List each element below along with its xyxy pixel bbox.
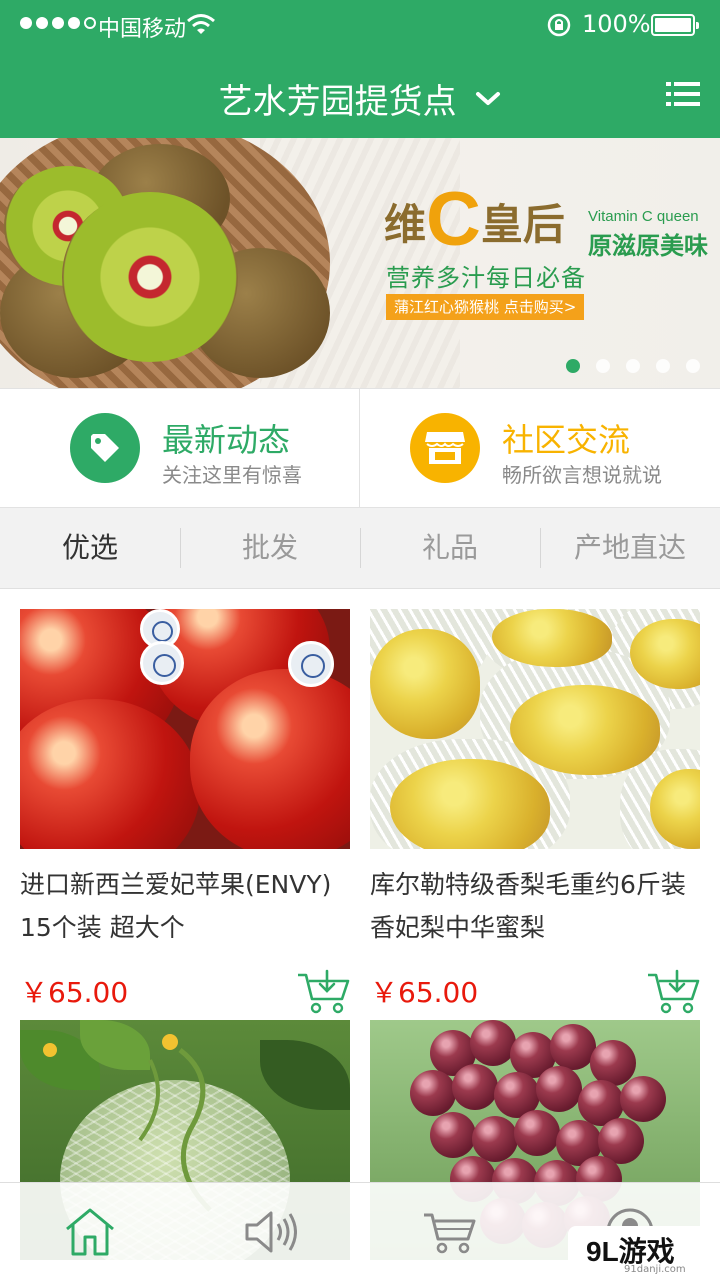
tab-wholesale[interactable]: 批发 <box>180 508 360 588</box>
signal-strength-icon <box>20 17 96 29</box>
tab-gifts[interactable]: 礼品 <box>360 508 540 588</box>
grape <box>410 1070 456 1116</box>
banner-title-c: C <box>426 177 481 262</box>
product-grid: 进口新西兰爱妃苹果(ENVY) 15个装 超大个 ￥65.00 库尔勒特级香梨毛… <box>0 589 720 1280</box>
app-header: 中国移动 100% 艺水芳园提货点 <box>0 0 720 138</box>
promo-banner[interactable]: 维C皇后 Vitamin C queen 原滋原美味 营养多汁每日必备 蒲江红心… <box>0 138 720 388</box>
list-menu-icon[interactable] <box>666 81 700 107</box>
tab-featured[interactable]: 优选 <box>0 508 180 588</box>
kiwi-half <box>62 192 238 362</box>
tab-home[interactable] <box>0 1183 180 1280</box>
chevron-down-icon <box>476 91 501 105</box>
grape <box>620 1076 666 1122</box>
tab-direct-from-origin[interactable]: 产地直达 <box>540 508 720 588</box>
apple-sticker <box>288 641 334 687</box>
grape <box>514 1110 560 1156</box>
product-image-apples[interactable] <box>20 609 350 849</box>
carousel-dot[interactable] <box>686 359 700 373</box>
carousel-dot[interactable] <box>626 359 640 373</box>
store-icon <box>410 413 480 483</box>
latest-news-entry[interactable]: 最新动态 关注这里有惊喜 <box>0 389 360 507</box>
carousel-indicator <box>566 359 700 373</box>
feature-title: 最新动态 <box>162 421 291 459</box>
apple-sticker <box>140 641 184 685</box>
status-bar: 中国移动 100% <box>0 0 720 50</box>
add-to-cart-icon[interactable] <box>646 969 702 1015</box>
banner-english-title: Vitamin C queen <box>588 208 699 225</box>
pear <box>390 759 550 849</box>
banner-subtitle: 营养多汁每日必备 <box>386 264 586 292</box>
cart-icon <box>424 1213 476 1254</box>
site-watermark: 9L游戏 91danji.com <box>568 1226 720 1280</box>
grape <box>452 1064 498 1110</box>
nav-bar: 艺水芳园提货点 <box>0 50 720 138</box>
wifi-icon <box>187 14 215 34</box>
pear <box>510 685 660 775</box>
home-icon <box>66 1208 114 1256</box>
banner-cta-button[interactable]: 蒲江红心猕猴桃 点击购买> <box>386 294 585 320</box>
banner-title-word: 皇后 <box>480 201 565 248</box>
community-entry[interactable]: 社区交流 畅所欲言想说就说 <box>360 389 720 507</box>
rotation-lock-icon <box>547 13 571 37</box>
watermark-url: 91danji.com <box>624 1264 686 1275</box>
banner-title-word: 维 <box>384 201 427 248</box>
feature-entries: 最新动态 关注这里有惊喜 社区交流 畅所欲言想说就说 <box>0 388 720 508</box>
product-image-pears[interactable] <box>370 609 700 849</box>
product-price: ￥65.00 <box>20 976 129 1009</box>
feature-subtitle: 关注这里有惊喜 <box>162 463 302 487</box>
category-tabs: 优选 批发 礼品 产地直达 <box>0 508 720 589</box>
page-title: 艺水芳园提货点 <box>218 82 457 122</box>
tag-icon <box>70 413 140 483</box>
tab-cart[interactable] <box>360 1183 540 1280</box>
carousel-dot[interactable] <box>656 359 670 373</box>
pear <box>370 629 480 739</box>
grape <box>472 1116 518 1162</box>
carousel-dot[interactable] <box>566 359 580 373</box>
product-name[interactable]: 库尔勒特级香梨毛重约6斤装 香妃梨中华蜜梨 <box>370 863 710 949</box>
grape <box>470 1020 516 1066</box>
grape <box>536 1066 582 1112</box>
carrier-label: 中国移动 <box>98 17 187 42</box>
pear <box>492 609 612 667</box>
product-price: ￥65.00 <box>370 976 479 1009</box>
product-card[interactable]: 进口新西兰爱妃苹果(ENVY) 15个装 超大个 ￥65.00 <box>20 609 350 1014</box>
carousel-dot[interactable] <box>596 359 610 373</box>
tab-announcements[interactable] <box>180 1183 360 1280</box>
add-to-cart-icon[interactable] <box>296 969 352 1015</box>
store-selector[interactable]: 艺水芳园提货点 <box>0 74 720 123</box>
feature-title: 社区交流 <box>502 421 631 459</box>
battery-icon <box>651 14 699 36</box>
feature-subtitle: 畅所欲言想说就说 <box>502 463 662 487</box>
product-card[interactable]: 库尔勒特级香梨毛重约6斤装 香妃梨中华蜜梨 ￥65.00 <box>370 609 700 1014</box>
speaker-icon <box>245 1211 297 1253</box>
banner-tagline: 原滋原美味 <box>588 232 708 260</box>
battery-percentage: 100% <box>582 10 651 38</box>
grape <box>430 1112 476 1158</box>
product-name[interactable]: 进口新西兰爱妃苹果(ENVY) 15个装 超大个 <box>20 863 360 949</box>
banner-title: 维C皇后 <box>384 182 565 258</box>
apple <box>20 699 200 849</box>
